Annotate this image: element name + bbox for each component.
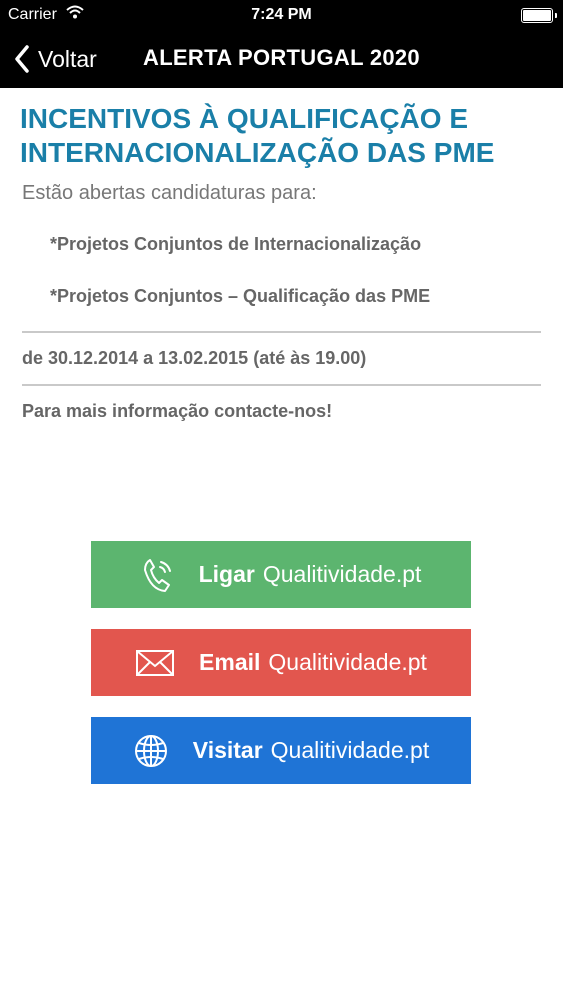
globe-icon	[133, 733, 169, 769]
page-title: ALERTA PORTUGAL 2020	[143, 45, 420, 70]
phone-icon	[141, 556, 175, 594]
divider	[22, 384, 541, 386]
article-headline: INCENTIVOS À QUALIFICAÇÃO E INTERNACIONA…	[20, 102, 550, 170]
call-button-verb: Ligar	[198, 561, 255, 587]
visit-button[interactable]: Visitar Qualitividade.pt	[91, 717, 471, 784]
article-intro: Estão abertas candidaturas para:	[22, 182, 317, 204]
status-bar: Carrier 7:24 PM	[0, 0, 563, 30]
status-time: 7:24 PM	[251, 6, 312, 23]
back-button[interactable]: Voltar	[14, 42, 97, 76]
visit-button-target: Qualitividade.pt	[270, 737, 430, 763]
list-item: *Projetos Conjuntos de Internacionalizaç…	[50, 234, 422, 254]
envelope-icon	[135, 648, 175, 678]
headline-line-1: INCENTIVOS À QUALIFICAÇÃO E	[20, 103, 469, 134]
call-button[interactable]: Ligar Qualitividade.pt	[91, 541, 471, 608]
email-button-target: Qualitividade.pt	[268, 649, 427, 675]
contact-prompt: Para mais informação contacte-nos!	[22, 401, 333, 421]
divider	[22, 331, 541, 333]
call-button-target: Qualitividade.pt	[262, 561, 422, 587]
nav-bar: Voltar ALERTA PORTUGAL 2020	[0, 30, 563, 88]
back-label: Voltar	[38, 45, 97, 72]
email-button[interactable]: Email Qualitividade.pt	[91, 629, 471, 696]
list-item: *Projetos Conjuntos – Qualificação das P…	[50, 286, 431, 306]
application-dates: de 30.12.2014 a 13.02.2015 (até às 19.00…	[22, 348, 367, 368]
battery-icon	[521, 8, 557, 23]
email-button-verb: Email	[199, 649, 261, 675]
chevron-left-icon	[15, 45, 29, 73]
headline-line-2: INTERNACIONALIZAÇÃO DAS PME	[20, 137, 495, 168]
visit-button-verb: Visitar	[192, 737, 263, 763]
